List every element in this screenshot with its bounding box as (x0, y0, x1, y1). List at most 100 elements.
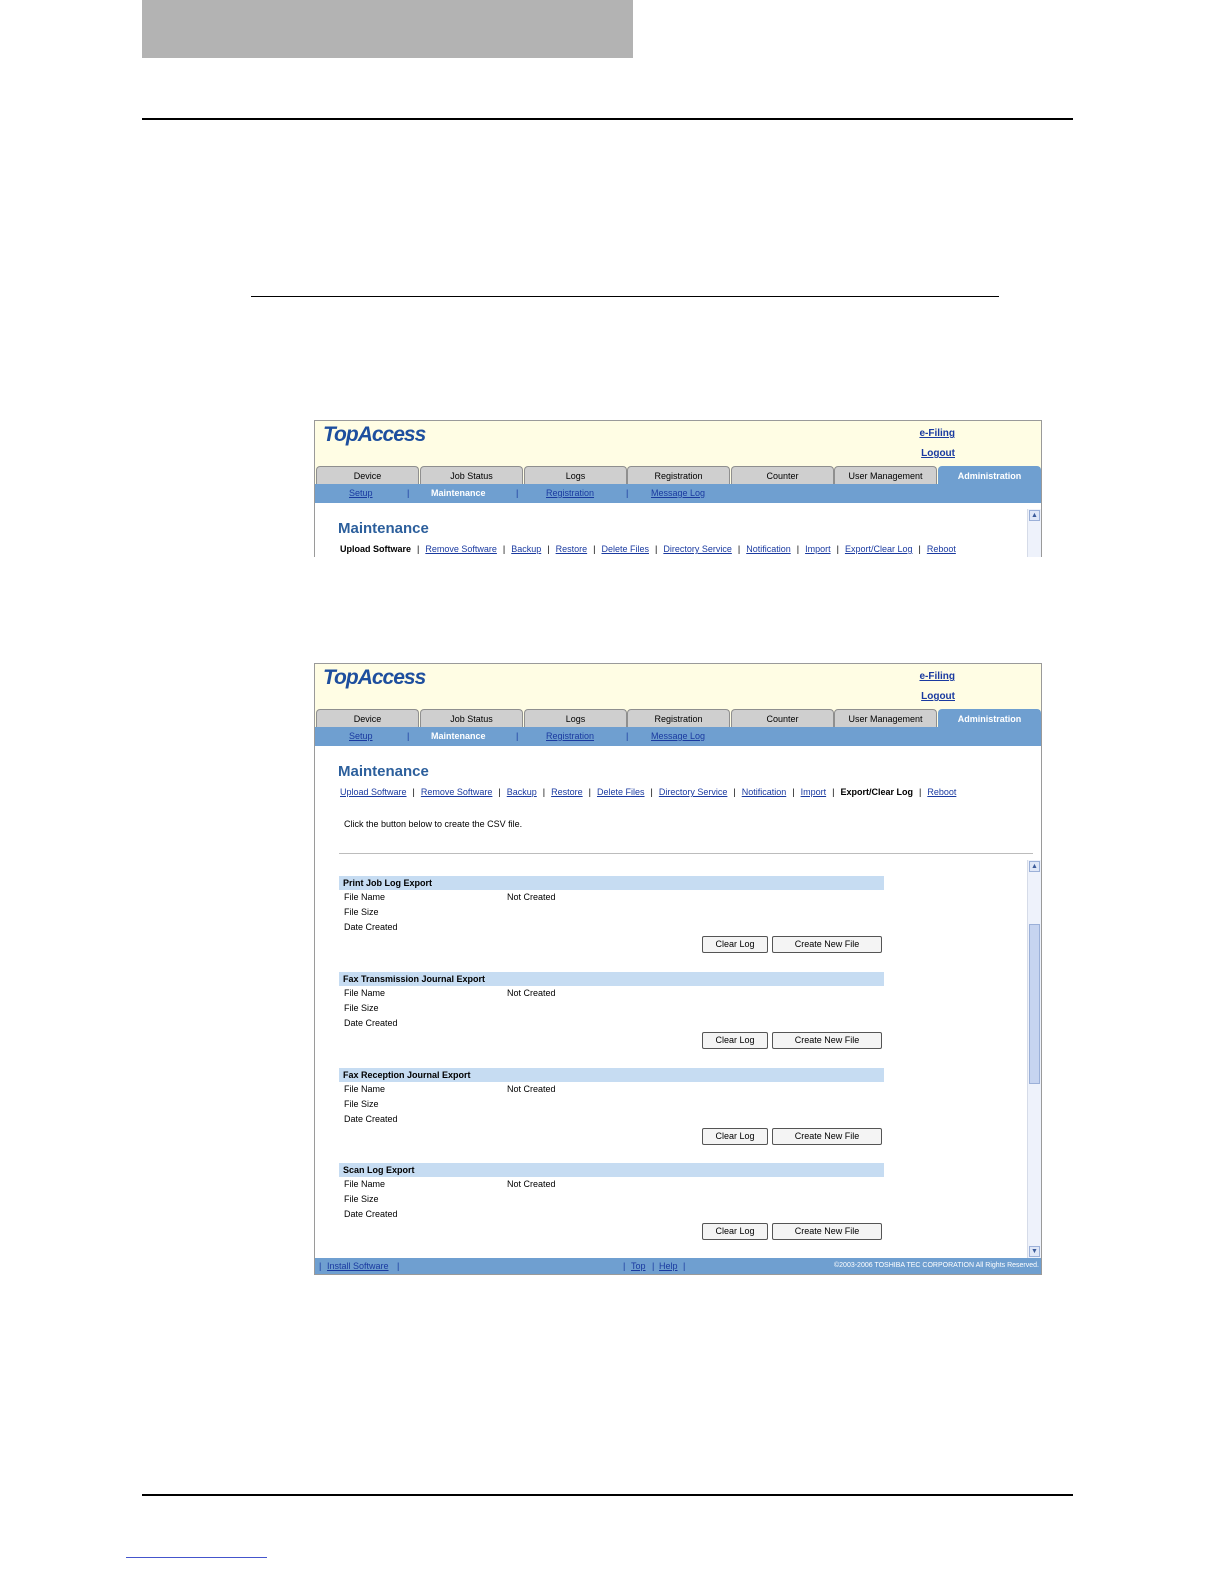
file-name-value: Not Created (507, 1084, 556, 1094)
create-new-file-button[interactable]: Create New File (772, 1032, 882, 1049)
section-title: Scan Log Export (339, 1163, 884, 1177)
bottom-rule (142, 1494, 1073, 1496)
subnav-message-log[interactable]: Message Log (651, 488, 705, 498)
tab-user-management[interactable]: User Management (834, 709, 937, 727)
subnav-maintenance[interactable]: Maintenance (431, 731, 486, 741)
file-size-label: File Size (344, 907, 379, 917)
content-scrollbar[interactable]: ▲ ▼ (1027, 860, 1041, 1258)
chapter-header-bar (142, 0, 633, 58)
clear-log-button[interactable]: Clear Log (702, 1128, 768, 1145)
tab-device[interactable]: Device (316, 709, 419, 727)
tab-administration[interactable]: Administration (938, 709, 1041, 727)
topaccess-logo: TopAccess (323, 423, 426, 446)
footer-separator: | (623, 1261, 626, 1271)
page-title: Maintenance (338, 763, 429, 780)
scroll-up-arrow-icon[interactable]: ▲ (1029, 861, 1040, 872)
clear-log-button[interactable]: Clear Log (702, 1032, 768, 1049)
tab-counter[interactable]: Counter (731, 709, 834, 727)
export-section-fax-reception-journal: Fax Reception Journal Export File Name No… (339, 1068, 884, 1147)
menu-import[interactable]: Import (805, 544, 831, 554)
menu-backup[interactable]: Backup (511, 544, 541, 554)
subnav-separator: | (407, 488, 410, 498)
file-name-value: Not Created (507, 988, 556, 998)
menu-directory-service[interactable]: Directory Service (663, 544, 732, 554)
instruction-text: Click the button below to create the CSV… (344, 819, 523, 829)
subnav-setup[interactable]: Setup (349, 731, 373, 741)
clear-log-button[interactable]: Clear Log (702, 1223, 768, 1240)
file-name-label: File Name (344, 1179, 386, 1189)
tab-registration[interactable]: Registration (627, 466, 730, 484)
menu-delete-files[interactable]: Delete Files (601, 544, 649, 554)
tab-device[interactable]: Device (316, 466, 419, 484)
subnav-registration[interactable]: Registration (546, 488, 594, 498)
tab-logs[interactable]: Logs (524, 466, 627, 484)
footer-separator: | (652, 1261, 655, 1271)
tab-user-management[interactable]: User Management (834, 466, 937, 484)
scroll-down-arrow-icon[interactable]: ▼ (1029, 1246, 1040, 1257)
file-name-value: Not Created (507, 1179, 556, 1189)
top-link[interactable]: Top (631, 1261, 646, 1271)
topaccess-logo: TopAccess (323, 666, 426, 689)
create-new-file-button[interactable]: Create New File (772, 1223, 882, 1240)
create-new-file-button[interactable]: Create New File (772, 1128, 882, 1145)
menu-notification[interactable]: Notification (746, 544, 791, 554)
date-created-label: Date Created (344, 922, 398, 932)
footer-link-underline (126, 1557, 267, 1558)
file-name-label: File Name (344, 988, 386, 998)
logout-link[interactable]: Logout (921, 448, 955, 459)
topaccess-header: TopAccess e-Filing Logout (315, 664, 1041, 708)
subnav-maintenance[interactable]: Maintenance (431, 488, 486, 498)
section-title: Print Job Log Export (339, 876, 884, 890)
tab-job-status[interactable]: Job Status (420, 709, 523, 727)
efiling-link[interactable]: e-Filing (919, 428, 955, 439)
menu-restore[interactable]: Restore (556, 544, 588, 554)
logout-link[interactable]: Logout (921, 691, 955, 702)
main-tabs: Device Job Status Logs Registration Coun… (315, 708, 1041, 727)
scrollbar[interactable]: ▲ (1027, 509, 1041, 557)
footer-separator: | (683, 1261, 686, 1271)
tab-logs[interactable]: Logs (524, 709, 627, 727)
screenshot-upload-software: TopAccess e-Filing Logout Device Job Sta… (314, 420, 1042, 557)
menu-notification[interactable]: Notification (742, 787, 787, 797)
maintenance-menu: Upload Software | Remove Software | Backup | R… (340, 544, 956, 554)
main-tabs: Device Job Status Logs Registration Coun… (315, 465, 1041, 484)
subnav-separator: | (626, 731, 629, 741)
menu-restore[interactable]: Restore (551, 787, 583, 797)
help-link[interactable]: Help (659, 1261, 678, 1271)
menu-directory-service[interactable]: Directory Service (659, 787, 728, 797)
create-new-file-button[interactable]: Create New File (772, 936, 882, 953)
subnav-separator: | (516, 488, 519, 498)
export-section-fax-transmission-journal: Fax Transmission Journal Export File Nam… (339, 972, 884, 1051)
efiling-link[interactable]: e-Filing (919, 671, 955, 682)
install-software-link[interactable]: Install Software (327, 1261, 389, 1271)
menu-reboot[interactable]: Reboot (927, 544, 956, 554)
tab-counter[interactable]: Counter (731, 466, 834, 484)
screenshot-export-clear-log: TopAccess e-Filing Logout Device Job Sta… (314, 663, 1042, 1275)
scroll-up-arrow-icon[interactable]: ▲ (1029, 510, 1040, 521)
section-rule (251, 296, 999, 297)
menu-remove-software[interactable]: Remove Software (425, 544, 497, 554)
subnav-message-log[interactable]: Message Log (651, 731, 705, 741)
tab-administration[interactable]: Administration (938, 466, 1041, 484)
menu-delete-files[interactable]: Delete Files (597, 787, 645, 797)
menu-export-clear-log[interactable]: Export/Clear Log (840, 787, 913, 797)
footer-separator: | (319, 1261, 322, 1271)
scrollbar-thumb[interactable] (1029, 924, 1040, 1084)
menu-export-clear-log[interactable]: Export/Clear Log (845, 544, 913, 554)
subnav-separator: | (407, 731, 410, 741)
menu-remove-software[interactable]: Remove Software (421, 787, 493, 797)
section-title: Fax Reception Journal Export (339, 1068, 884, 1082)
subnav-setup[interactable]: Setup (349, 488, 373, 498)
sub-navigation: Setup | Maintenance | Registration | Mes… (315, 484, 1041, 503)
menu-upload-software[interactable]: Upload Software (340, 544, 411, 554)
footer-separator: | (397, 1261, 400, 1271)
menu-import[interactable]: Import (801, 787, 827, 797)
menu-backup[interactable]: Backup (507, 787, 537, 797)
menu-upload-software[interactable]: Upload Software (340, 787, 407, 797)
menu-reboot[interactable]: Reboot (927, 787, 956, 797)
subnav-registration[interactable]: Registration (546, 731, 594, 741)
tab-job-status[interactable]: Job Status (420, 466, 523, 484)
footer-bar: | Install Software | | Top | Help | ©200… (315, 1258, 1041, 1274)
tab-registration[interactable]: Registration (627, 709, 730, 727)
clear-log-button[interactable]: Clear Log (702, 936, 768, 953)
